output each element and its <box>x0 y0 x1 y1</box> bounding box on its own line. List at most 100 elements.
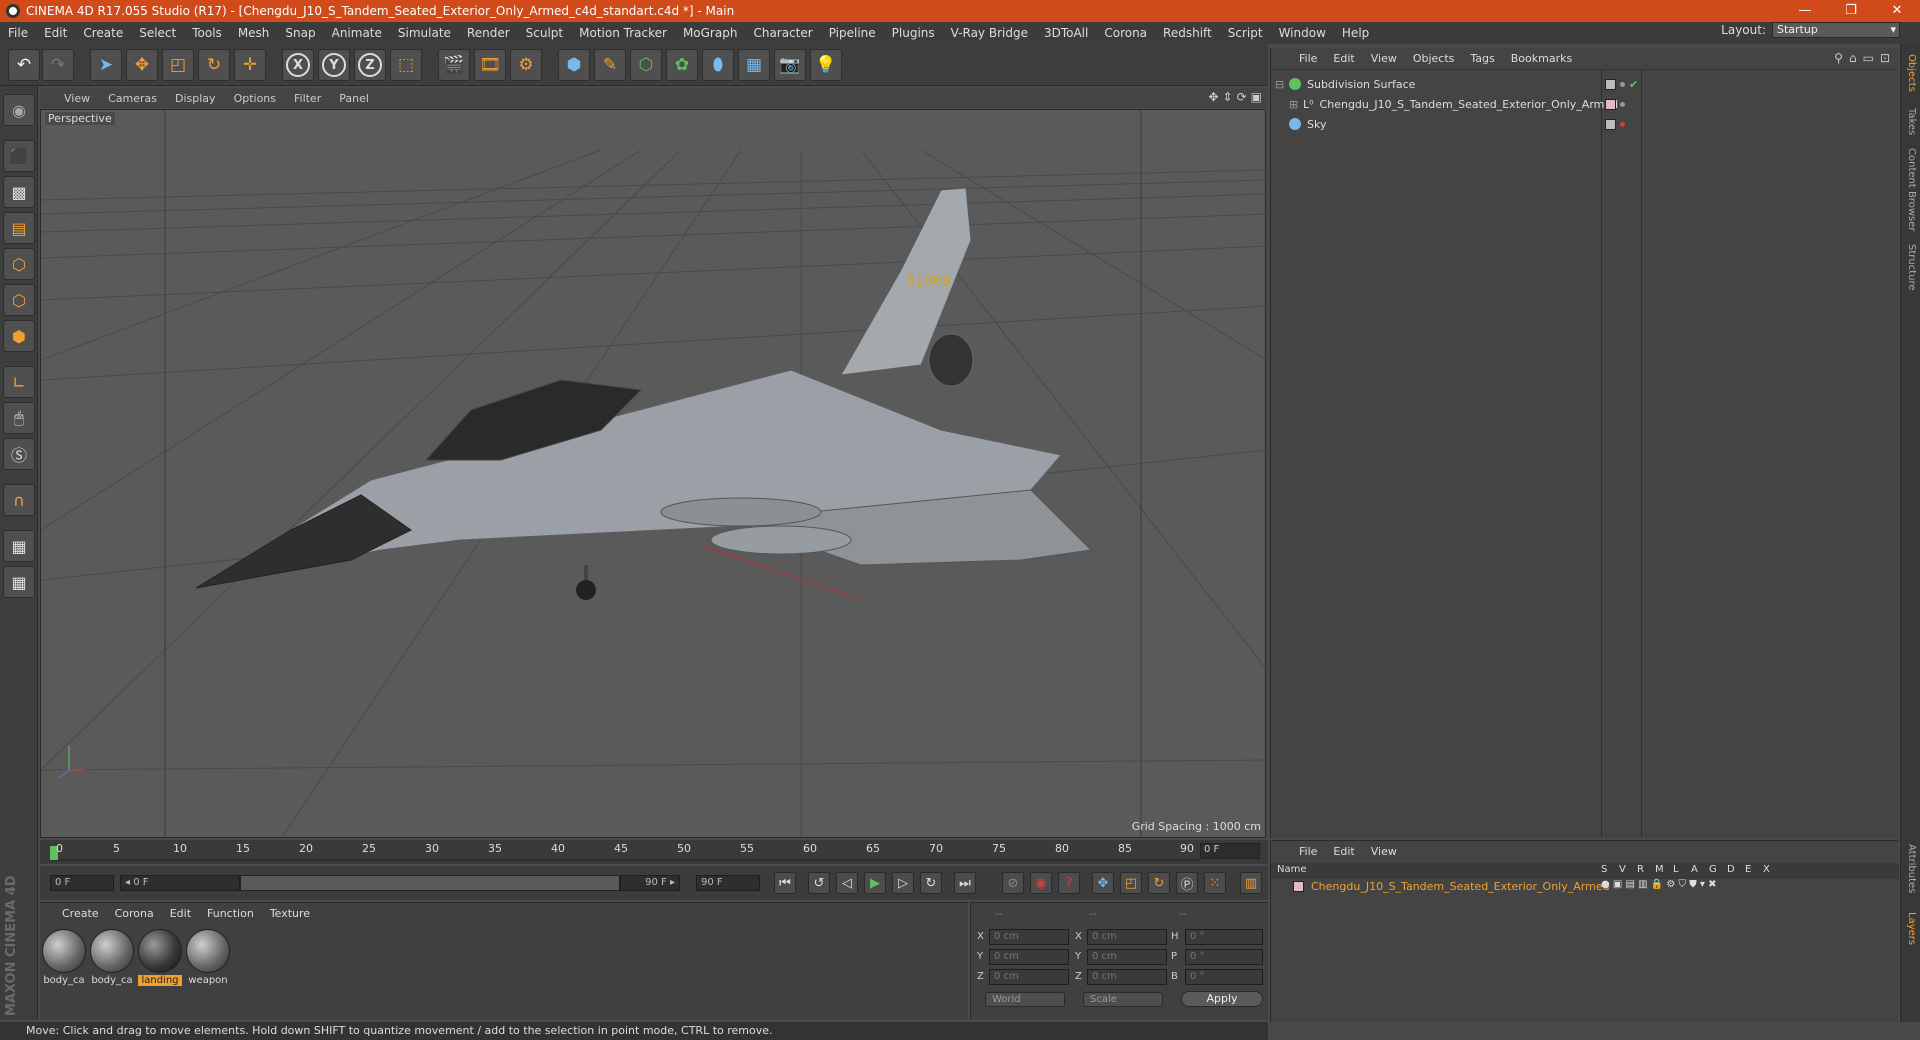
material-menu-texture[interactable]: Texture <box>262 907 318 920</box>
select-cursor-icon[interactable]: ➤ <box>90 49 122 81</box>
magnet-icon[interactable]: ∩ <box>3 484 35 516</box>
preview-range-slider[interactable] <box>240 875 620 891</box>
material-item[interactable]: body_ca <box>90 929 134 986</box>
enabled-check-icon[interactable]: ✔ <box>1629 78 1638 91</box>
visibility-dot[interactable] <box>1620 121 1625 127</box>
subdivision-surface-icon[interactable]: ⬡ <box>630 49 662 81</box>
edges-mode-icon[interactable]: ⬡ <box>3 284 35 316</box>
material-item[interactable]: landing <box>138 929 182 986</box>
tweak-mode-icon[interactable]: 🖱 <box>3 402 35 434</box>
object-menu-bookmarks[interactable]: Bookmarks <box>1503 52 1580 65</box>
menu-motion-tracker[interactable]: Motion Tracker <box>571 22 675 44</box>
object-row-chengdu[interactable]: ⊞ L⁰ Chengdu_J10_S_Tandem_Seated_Exterio… <box>1289 94 1909 114</box>
viewport-menu-cameras[interactable]: Cameras <box>99 92 166 105</box>
tab-objects[interactable]: Objects <box>1906 54 1917 92</box>
menu-select[interactable]: Select <box>131 22 184 44</box>
scale-dropdown[interactable]: Scale <box>1083 992 1163 1007</box>
viewport-menu-panel[interactable]: Panel <box>330 92 378 105</box>
make-editable-icon[interactable]: ◉ <box>3 94 35 126</box>
polygons-mode-icon[interactable]: ⬢ <box>3 320 35 352</box>
position-z-field[interactable]: 0 cm <box>989 969 1069 985</box>
undo-icon[interactable]: ↶ <box>8 49 40 81</box>
minimize-button[interactable]: — <box>1782 0 1828 22</box>
model-mode-icon[interactable]: ⬛ <box>3 140 35 172</box>
viewport-menu-options[interactable]: Options <box>225 92 285 105</box>
layer-flags-icon[interactable]: ● ▣ ▤ ▥ 🔒 ⚙ ⛉ ⛊ ▾ ✖ <box>1601 879 1717 890</box>
cloner-icon[interactable]: ✿ <box>666 49 698 81</box>
record-active-icon[interactable]: ◉ <box>1030 872 1052 894</box>
render-view-icon[interactable]: 🎬 <box>438 49 470 81</box>
world-dropdown[interactable]: World <box>985 992 1065 1007</box>
rotation-b-field[interactable]: 0 ° <box>1185 969 1263 985</box>
z-axis-lock-icon[interactable]: Z <box>354 49 386 81</box>
pen-spline-icon[interactable]: ✎ <box>594 49 626 81</box>
key-rotation-icon[interactable]: ↻ <box>1148 872 1170 894</box>
scale-tool-icon[interactable]: ◰ <box>162 49 194 81</box>
layer-menu-edit[interactable]: Edit <box>1325 845 1362 858</box>
live-move-icon[interactable]: ✛ <box>234 49 266 81</box>
tab-content-browser[interactable]: Content Browser <box>1906 148 1917 231</box>
object-menu-view[interactable]: View <box>1363 52 1405 65</box>
object-menu-tags[interactable]: Tags <box>1462 52 1502 65</box>
layout-select[interactable]: Startup <box>1772 22 1900 38</box>
deformer-icon[interactable]: ⬮ <box>702 49 734 81</box>
viewport-pan-icon[interactable]: ✥ <box>1208 90 1218 104</box>
visibility-dot[interactable] <box>1620 81 1625 87</box>
rotate-tool-icon[interactable]: ↻ <box>198 49 230 81</box>
close-button[interactable]: ✕ <box>1874 0 1920 22</box>
position-y-field[interactable]: 0 cm <box>989 949 1069 965</box>
floor-icon[interactable]: ▦ <box>738 49 770 81</box>
timeline-window-icon[interactable]: ▥ <box>1240 872 1262 894</box>
maximize-icon[interactable]: ⊡ <box>1880 51 1890 65</box>
range-start-field[interactable]: ◂ 0 F <box>120 875 240 891</box>
material-menu-edit[interactable]: Edit <box>162 907 199 920</box>
cube-icon[interactable]: ⬢ <box>558 49 590 81</box>
menu-redshift[interactable]: Redshift <box>1155 22 1220 44</box>
perspective-viewport[interactable]: 51069 Perspective Grid Spacing : 1000 cm <box>40 109 1266 838</box>
layer-color-swatch[interactable] <box>1293 881 1304 892</box>
viewport-menu-filter[interactable]: Filter <box>285 92 330 105</box>
size-z-field[interactable]: 0 cm <box>1087 969 1167 985</box>
light-icon[interactable]: 💡 <box>810 49 842 81</box>
viewport-menu-display[interactable]: Display <box>166 92 225 105</box>
home-icon[interactable]: ⌂ <box>1849 51 1857 65</box>
tab-structure[interactable]: Structure <box>1906 244 1917 291</box>
size-x-field[interactable]: 0 cm <box>1087 929 1167 945</box>
snap-icon[interactable]: Ⓢ <box>3 438 35 470</box>
object-menu-edit[interactable]: Edit <box>1325 52 1362 65</box>
layer-color-swatch[interactable] <box>1605 118 1616 130</box>
timeline-ruler[interactable]: 0 5 10 15 20 25 30 35 40 45 50 55 60 65 … <box>40 840 1268 864</box>
menu-window[interactable]: Window <box>1271 22 1334 44</box>
object-row-subdivision[interactable]: ⊟ Subdivision Surface ✔ <box>1275 74 1895 94</box>
menu-simulate[interactable]: Simulate <box>390 22 459 44</box>
material-item[interactable]: weapon <box>186 929 230 986</box>
material-menu-corona[interactable]: Corona <box>107 907 162 920</box>
maximize-button[interactable]: ❐ <box>1828 0 1874 22</box>
material-item[interactable]: body_ca <box>42 929 86 986</box>
menu-mesh[interactable]: Mesh <box>230 22 278 44</box>
texture-mode-icon[interactable]: ▩ <box>3 176 35 208</box>
menu-edit[interactable]: Edit <box>36 22 75 44</box>
render-settings-icon[interactable]: ⚙ <box>510 49 542 81</box>
layer-color-swatch[interactable] <box>1605 98 1616 110</box>
layer-color-swatch[interactable] <box>1605 78 1616 90</box>
menu-tools[interactable]: Tools <box>184 22 230 44</box>
key-position-icon[interactable]: ✥ <box>1092 872 1114 894</box>
object-row-sky[interactable]: Sky <box>1275 114 1895 134</box>
goto-start-icon[interactable]: ⏮ <box>774 872 796 894</box>
next-frame-icon[interactable]: ▷ <box>892 872 914 894</box>
position-x-field[interactable]: 0 cm <box>989 929 1069 945</box>
next-key-icon[interactable]: ↻ <box>920 872 942 894</box>
viewport-menu-view[interactable]: View <box>40 92 99 105</box>
coordinate-system-icon[interactable]: ⬚ <box>390 49 422 81</box>
jet-model[interactable]: 51069 <box>195 187 1093 600</box>
previous-key-icon[interactable]: ↺ <box>808 872 830 894</box>
menu-snap[interactable]: Snap <box>277 22 323 44</box>
viewport-maximize-icon[interactable]: ▣ <box>1251 90 1262 104</box>
menu-sculpt[interactable]: Sculpt <box>518 22 571 44</box>
menu-script[interactable]: Script <box>1220 22 1271 44</box>
points-mode-icon[interactable]: ⬡ <box>3 248 35 280</box>
menu-3dtoall[interactable]: 3DToAll <box>1036 22 1096 44</box>
object-menu-objects[interactable]: Objects <box>1405 52 1463 65</box>
key-pla-icon[interactable]: ⁙ <box>1204 872 1226 894</box>
